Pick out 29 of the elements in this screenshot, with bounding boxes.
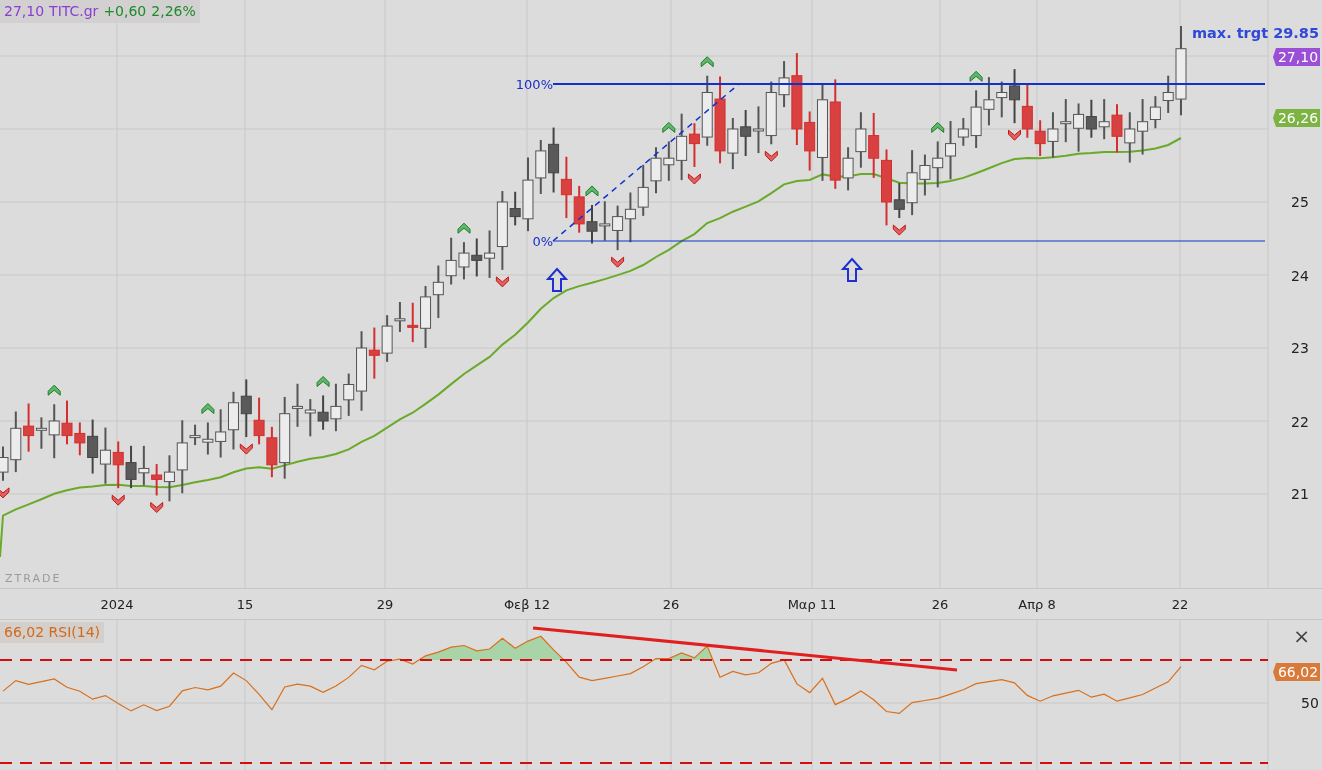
- date-axis-label: 29: [376, 596, 394, 614]
- rsi-axis-label: 50: [1301, 695, 1319, 711]
- indicator-name: RSI(14): [48, 624, 101, 640]
- date-axis-label: Απρ 8: [1018, 596, 1056, 614]
- price-axis-label: 21: [1291, 486, 1309, 502]
- price-axis-label: 25: [1291, 194, 1309, 210]
- price-axis-label: 24: [1291, 268, 1309, 284]
- date-axis-label: 15: [236, 596, 254, 614]
- date-axis-label: 26: [931, 596, 949, 614]
- moving-average-tag: 26,26: [1273, 109, 1320, 127]
- date-axis-label: Μαρ 11: [787, 596, 837, 614]
- price-value: 27,10: [4, 2, 45, 21]
- target-label: max. trgt 29.85: [1191, 25, 1319, 41]
- price-axis-label: 22: [1291, 414, 1309, 430]
- price-axis-label: 23: [1291, 340, 1309, 356]
- watermark-logo: ZTRADE: [5, 572, 62, 585]
- change-percent: 2,26%: [151, 2, 196, 21]
- symbol-label: TITC.gr: [49, 2, 99, 21]
- level-label: 0%: [532, 234, 553, 249]
- rsi-value: 66,02: [4, 624, 45, 640]
- date-axis-label: 2024: [100, 596, 134, 614]
- change-value: +0,60: [103, 2, 147, 21]
- date-axis-label: 22: [1171, 596, 1189, 614]
- last-price-tag: 27,10: [1273, 48, 1320, 66]
- date-axis-label: Φεβ 12: [503, 596, 551, 614]
- level-label: 100%: [515, 77, 553, 92]
- date-axis-label: 26: [662, 596, 680, 614]
- rsi-value-tag: 66,02: [1273, 663, 1320, 681]
- close-button[interactable]: ×: [1293, 626, 1310, 646]
